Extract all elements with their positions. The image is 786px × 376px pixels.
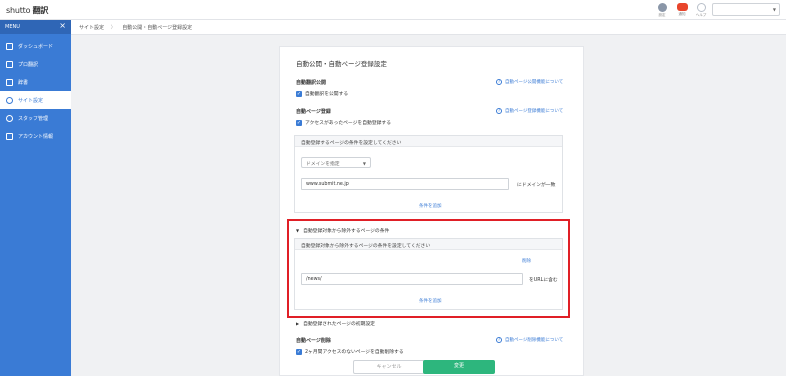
domain-condition-dropdown[interactable]: ドメインを指定 ▼ bbox=[301, 157, 371, 168]
id-card-icon bbox=[6, 132, 13, 140]
sidebar-item-account[interactable]: アカウント情報 bbox=[0, 127, 71, 145]
highlight-box bbox=[287, 219, 570, 318]
sidebar-item-dashboard[interactable]: ダッシュボード bbox=[0, 37, 71, 55]
close-icon[interactable]: × bbox=[59, 22, 66, 30]
chevron-right-icon: 〉 bbox=[110, 25, 116, 31]
auto-delete-help-link[interactable]: ? 自動ページ削除機能について bbox=[496, 337, 563, 343]
logo-text: shutto bbox=[6, 6, 31, 15]
notification-label: 通知 bbox=[678, 12, 686, 16]
sidebar: MENU × ダッシュボード プロ翻訳 辞書 サイト設定 スタッフ管理 アカウン… bbox=[0, 20, 71, 376]
save-button[interactable]: 変更 bbox=[423, 360, 495, 374]
settings-label: 設定 bbox=[658, 13, 666, 17]
auto-register-help-link[interactable]: ? 自動ページ登録機能について bbox=[496, 108, 563, 114]
dropdown-value: ドメインを指定 bbox=[306, 162, 340, 167]
sidebar-item-dictionary[interactable]: 辞書 bbox=[0, 73, 71, 91]
auto-publish-heading: 自動翻訳公開 bbox=[296, 80, 327, 86]
breadcrumb-item[interactable]: サイト設定 bbox=[79, 25, 104, 31]
help-link-text: 自動ページ登録機能について bbox=[505, 109, 564, 114]
sidebar-item-label: スタッフ管理 bbox=[18, 115, 49, 122]
triangle-right-icon: ▶ bbox=[296, 321, 300, 326]
help-icon[interactable]: ヘルプ bbox=[691, 3, 711, 18]
app-logo[interactable]: shutto 翻訳 bbox=[6, 5, 48, 16]
chevron-down-icon: ▼ bbox=[362, 161, 366, 166]
domain-input[interactable]: www.submit.ne.jp bbox=[301, 178, 509, 190]
auto-register-heading: 自動ページ登録 bbox=[296, 109, 331, 115]
checkmark-icon: ✓ bbox=[296, 90, 302, 97]
domain-match-label: にドメインが一致 bbox=[517, 183, 556, 188]
book-icon bbox=[6, 78, 13, 86]
settings-icon[interactable]: 設定 bbox=[652, 3, 672, 18]
checkmark-icon: ✓ bbox=[296, 348, 302, 355]
sidebar-item-label: プロ翻訳 bbox=[18, 61, 39, 68]
help-label: ヘルプ bbox=[695, 13, 707, 17]
language-select[interactable]: ▼ bbox=[712, 3, 780, 16]
settings-card: 自動公開・自動ページ登録設定 自動翻訳公開 ? 自動ページ公開機能について ✓ … bbox=[279, 46, 584, 376]
notification-icon[interactable]: 通知 bbox=[672, 3, 692, 17]
auto-publish-help-link[interactable]: ? 自動ページ公開機能について bbox=[496, 79, 563, 85]
question-icon: ? bbox=[496, 108, 502, 114]
panel-header: 自動登録するページの条件を設定してください bbox=[295, 136, 562, 147]
grid-icon bbox=[6, 60, 13, 68]
logo-sub-text: 翻訳 bbox=[32, 6, 49, 15]
home-icon bbox=[6, 42, 13, 50]
cancel-button[interactable]: キャンセル bbox=[353, 360, 425, 374]
toggle-label: 自動登録されたページの初期設定 bbox=[303, 322, 375, 327]
gear-icon bbox=[6, 96, 13, 104]
top-header: shutto 翻訳 設定 通知 ヘルプ ▼ bbox=[0, 0, 786, 20]
auto-delete-checkbox[interactable]: ✓ 2ヶ月間アクセスのないページを自動削除する bbox=[296, 348, 404, 355]
auto-register-conditions-panel: 自動登録するページの条件を設定してください ドメインを指定 ▼ www.subm… bbox=[294, 135, 563, 213]
menu-header: MENU × bbox=[0, 20, 71, 34]
users-icon bbox=[6, 114, 13, 122]
initial-settings-toggle[interactable]: ▶ 自動登録されたページの初期設定 bbox=[296, 320, 375, 327]
checkbox-label: 2ヶ月間アクセスのないページを自動削除する bbox=[305, 350, 404, 355]
page-title: 自動公開・自動ページ登録設定 bbox=[296, 60, 387, 68]
sidebar-item-pro-translation[interactable]: プロ翻訳 bbox=[0, 55, 71, 73]
question-icon: ? bbox=[496, 337, 502, 343]
add-condition-link[interactable]: 条件を追加 bbox=[419, 203, 442, 209]
checkmark-icon: ✓ bbox=[296, 119, 302, 126]
help-link-text: 自動ページ削除機能について bbox=[505, 338, 564, 343]
auto-publish-checkbox[interactable]: ✓ 自動翻訳を公開する bbox=[296, 90, 348, 97]
checkbox-label: アクセスがあったページを自動登録する bbox=[305, 121, 392, 126]
sidebar-item-label: サイト設定 bbox=[18, 97, 44, 104]
sidebar-item-label: アカウント情報 bbox=[18, 133, 54, 140]
sidebar-item-site-settings[interactable]: サイト設定 bbox=[0, 91, 71, 109]
breadcrumb-item: 自動公開・自動ページ登録設定 bbox=[122, 25, 193, 31]
help-link-text: 自動ページ公開機能について bbox=[505, 80, 564, 85]
breadcrumb: サイト設定 〉 自動公開・自動ページ登録設定 bbox=[71, 20, 786, 35]
sidebar-item-staff[interactable]: スタッフ管理 bbox=[0, 109, 71, 127]
sidebar-item-label: ダッシュボード bbox=[18, 43, 54, 50]
sidebar-item-label: 辞書 bbox=[18, 79, 29, 86]
chevron-down-icon: ▼ bbox=[772, 7, 776, 12]
checkbox-label: 自動翻訳を公開する bbox=[305, 92, 349, 97]
auto-register-checkbox[interactable]: ✓ アクセスがあったページを自動登録する bbox=[296, 119, 391, 126]
auto-delete-heading: 自動ページ削除 bbox=[296, 338, 331, 344]
question-icon: ? bbox=[496, 79, 502, 85]
menu-label: MENU bbox=[5, 24, 20, 30]
